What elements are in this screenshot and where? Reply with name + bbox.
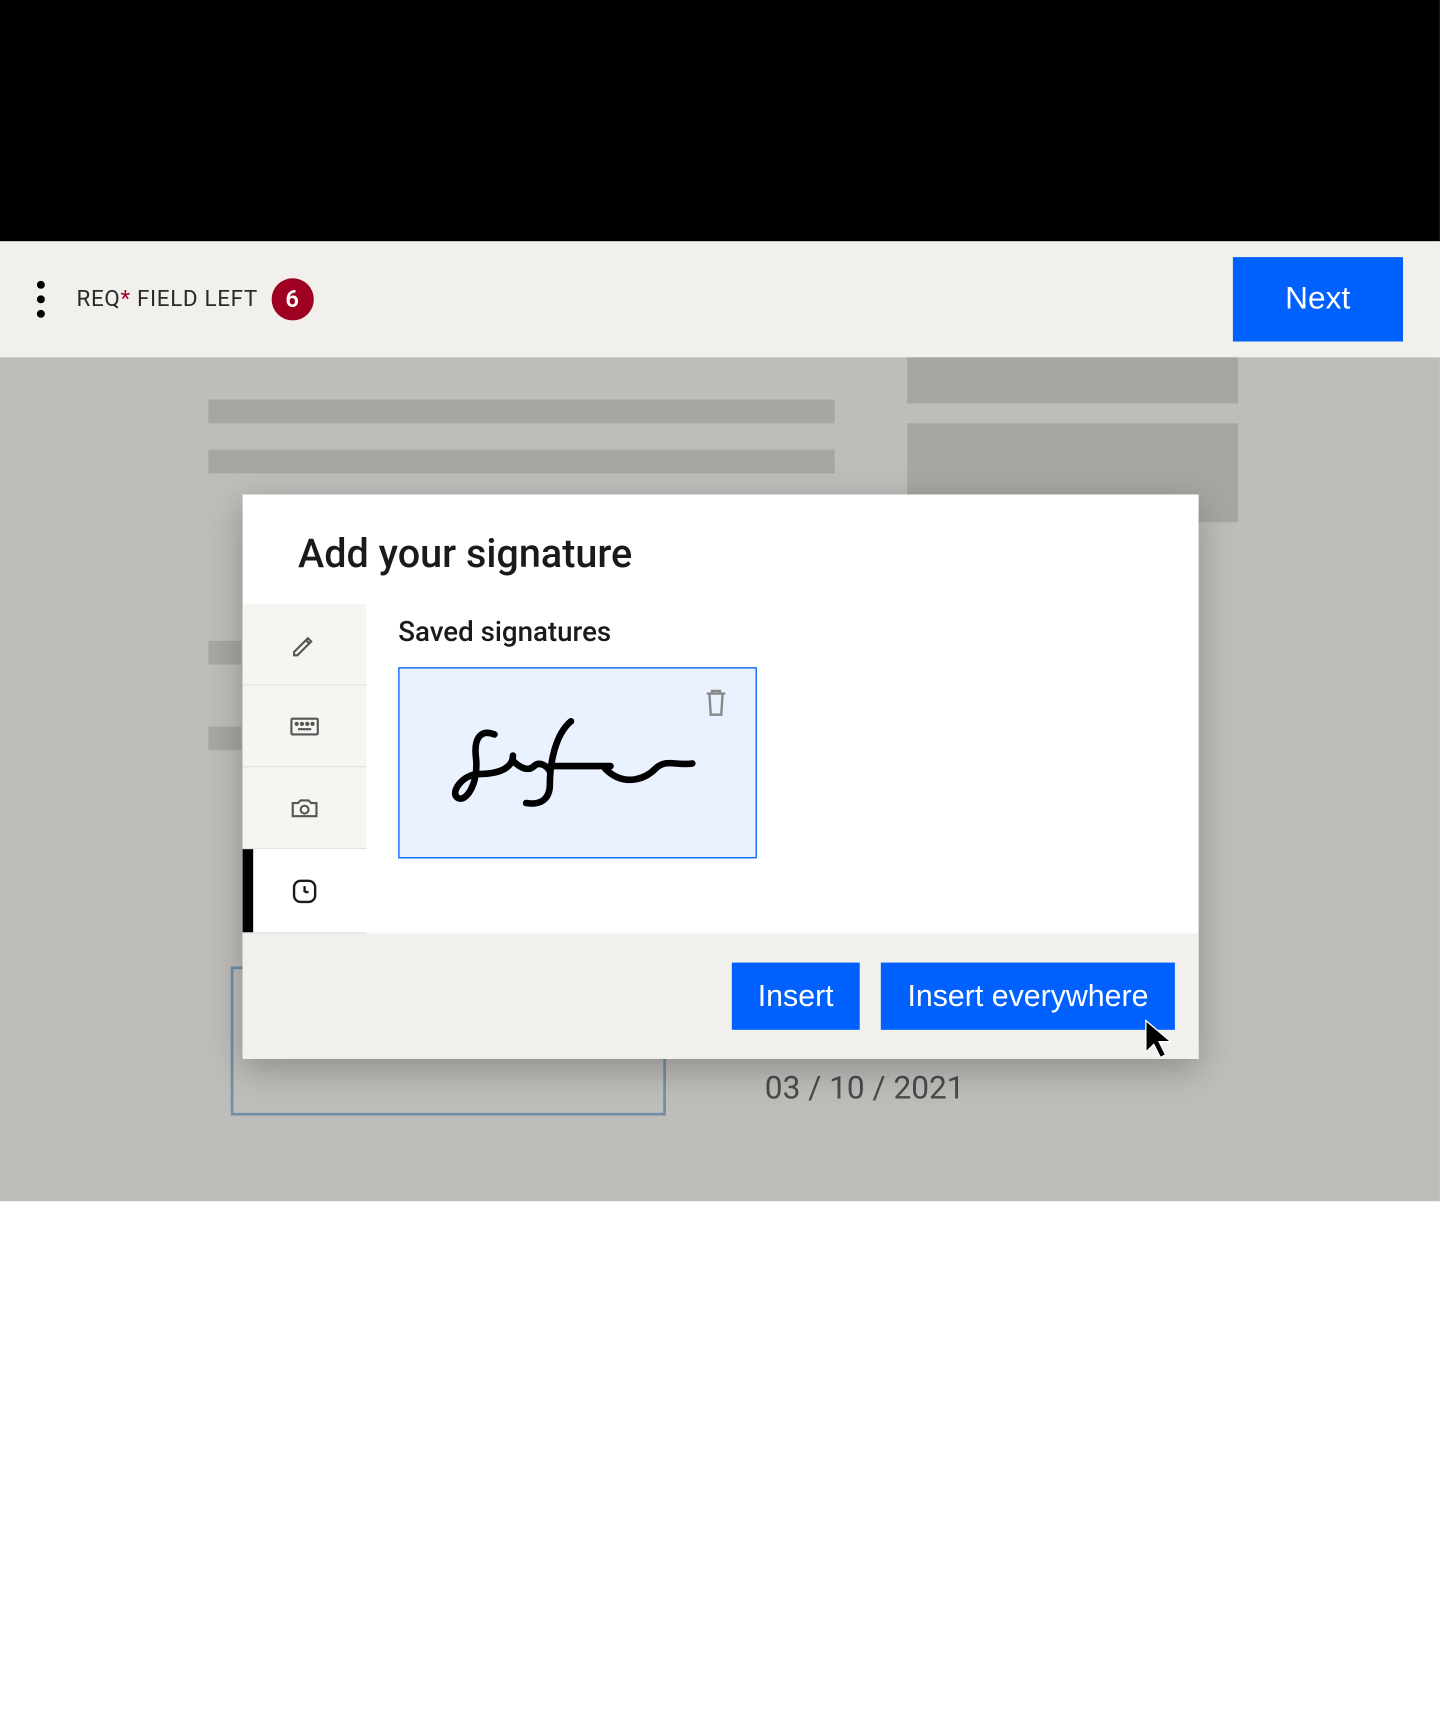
placeholder-line bbox=[208, 400, 834, 424]
signature-preview bbox=[439, 710, 716, 815]
placeholder-line bbox=[907, 357, 1238, 403]
req-prefix: REQ bbox=[76, 286, 120, 312]
req-suffix: FIELD LEFT bbox=[131, 286, 258, 312]
dialog-title: Add your signature bbox=[243, 494, 1199, 603]
tab-type[interactable] bbox=[243, 686, 367, 768]
signature-dialog: Add your signature bbox=[243, 494, 1199, 1058]
clock-icon bbox=[289, 875, 321, 907]
required-asterisk: * bbox=[120, 286, 130, 312]
required-count-badge: 6 bbox=[271, 278, 313, 320]
tab-saved[interactable] bbox=[243, 849, 367, 933]
bottom-white-area bbox=[0, 1201, 1440, 1728]
trash-icon[interactable] bbox=[700, 684, 732, 721]
signature-method-tabs bbox=[243, 604, 367, 934]
pencil-icon bbox=[289, 628, 321, 660]
document-background: Click to sign 03 / 10 / 2021 Add your si… bbox=[0, 357, 1440, 1201]
tab-draw[interactable] bbox=[243, 604, 367, 686]
camera-icon bbox=[287, 791, 321, 825]
toolbar: REQ* FIELD LEFT 6 Next bbox=[0, 241, 1440, 357]
saved-signatures-heading: Saved signatures bbox=[398, 617, 1167, 649]
insert-everywhere-button[interactable]: Insert everywhere bbox=[881, 963, 1175, 1030]
required-fields-indicator: REQ* FIELD LEFT 6 bbox=[76, 278, 313, 320]
more-menu-icon[interactable] bbox=[37, 281, 45, 318]
placeholder-line bbox=[208, 727, 241, 751]
placeholder-line bbox=[208, 641, 241, 665]
insert-button[interactable]: Insert bbox=[731, 963, 860, 1030]
tab-upload[interactable] bbox=[243, 767, 367, 849]
next-button[interactable]: Next bbox=[1232, 257, 1403, 341]
placeholder-line bbox=[208, 450, 834, 474]
top-black-bar bbox=[0, 0, 1440, 241]
keyboard-icon bbox=[287, 709, 321, 743]
date-value: 03 / 10 / 2021 bbox=[765, 1069, 965, 1106]
saved-signature-card[interactable] bbox=[398, 667, 757, 858]
